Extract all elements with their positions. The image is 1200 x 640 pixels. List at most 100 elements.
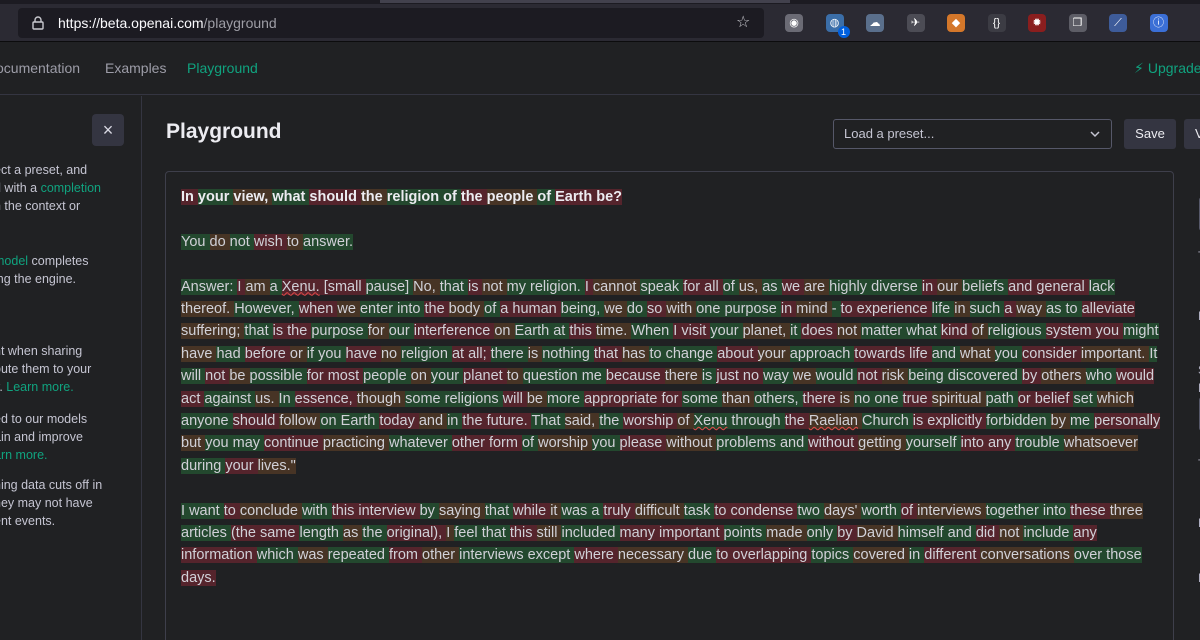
token: a (1004, 301, 1017, 317)
token: lack (1088, 278, 1115, 295)
token: made (766, 525, 807, 542)
token: there (802, 390, 840, 407)
token: with (301, 502, 332, 519)
token: kind (940, 323, 972, 340)
token: while (513, 502, 551, 519)
token: conclude (239, 502, 302, 519)
token: no (742, 368, 764, 385)
url-path: /playground (203, 15, 277, 31)
token: not (836, 323, 862, 340)
token: enter (359, 301, 398, 317)
token: we (781, 278, 805, 295)
virus-extension-icon[interactable]: ✹ (1028, 14, 1046, 32)
token: length (299, 525, 344, 542)
token: of (484, 301, 501, 317)
token: of (722, 278, 739, 295)
token: is (912, 413, 928, 430)
token: we (792, 368, 816, 385)
token: please (619, 435, 667, 452)
token: the (784, 413, 809, 430)
password-extension-icon[interactable]: ⓘ (1149, 14, 1168, 32)
mask-extension-icon[interactable]: ◉ (785, 14, 803, 32)
nav-documentation[interactable]: ocumentation (0, 60, 80, 76)
token: I (584, 278, 593, 295)
address-bar[interactable]: https://beta.openai.com/playground ☆ (18, 8, 764, 38)
view-code-button[interactable]: V (1184, 119, 1200, 149)
token: it (790, 323, 802, 340)
token: is (272, 323, 288, 340)
preset-select[interactable]: Load a preset... (833, 119, 1112, 149)
ufo-extension-icon[interactable]: ✈ (906, 14, 925, 32)
slash-extension-icon[interactable]: ⟋ (1109, 14, 1127, 32)
token: your (430, 368, 464, 385)
token: any (987, 435, 1016, 452)
learn-more-link[interactable]: arn more. (0, 446, 141, 464)
token: did (975, 525, 1000, 542)
chevron-down-icon (1090, 131, 1100, 138)
token: what (959, 345, 995, 362)
token: (the (230, 525, 260, 542)
nav-playground[interactable]: Playground (187, 60, 258, 76)
token: religion (386, 189, 444, 205)
token: will (502, 390, 527, 407)
completion-link[interactable]: completion (41, 181, 101, 195)
token: essence, (294, 390, 357, 407)
token: the (362, 525, 387, 542)
token: truly (603, 502, 635, 519)
token: visit (681, 323, 711, 340)
bookmark-star-icon[interactable]: ☆ (736, 14, 754, 32)
close-icon[interactable]: × (92, 114, 124, 146)
prompt-editor[interactable]: In your view, what should the religion o… (165, 171, 1174, 640)
token: is (701, 368, 717, 385)
sidebar-line: d with a completion (0, 179, 141, 197)
cloud-extension-icon[interactable]: ☁ (866, 14, 884, 32)
cards-extension-icon[interactable]: ❐ (1068, 14, 1087, 32)
token: others (1041, 368, 1086, 385)
token: that (481, 525, 510, 542)
learn-more-link[interactable]: Learn more. (6, 380, 73, 394)
token: into (397, 301, 425, 317)
token: you (205, 435, 233, 452)
token: to (840, 301, 857, 317)
save-button[interactable]: Save (1124, 119, 1176, 149)
lock-icon (32, 16, 44, 30)
token: due (688, 547, 717, 564)
editor-content[interactable]: In your view, what should the religion o… (181, 186, 1166, 589)
token: interview (358, 502, 420, 519)
token: system (1045, 323, 1096, 340)
token: overlapping (732, 547, 812, 564)
token: necessary (617, 547, 689, 564)
model-link[interactable]: model (0, 254, 28, 268)
token: worship (623, 413, 678, 430)
token: cannot (592, 278, 641, 295)
upgrade-label: Upgrade (1147, 60, 1200, 76)
token: act (181, 390, 205, 407)
sidebar-line: h the context or (0, 199, 81, 213)
token: would (1116, 368, 1155, 385)
token: being (908, 368, 948, 385)
token: though (356, 390, 406, 407)
token: speak (640, 278, 684, 295)
token: may (232, 435, 265, 452)
token: through (731, 413, 785, 430)
token: highly (829, 278, 872, 295)
token: not (229, 233, 254, 250)
token: your (757, 345, 790, 362)
token: interviews (459, 547, 528, 564)
token: as (343, 525, 363, 542)
upgrade-link[interactable]: ⚡ Upgrade (1134, 60, 1200, 77)
globe-extension-icon[interactable]: ◍ 1 (825, 14, 850, 38)
token: in (447, 413, 463, 430)
spellcheck-word: Xenu (693, 413, 728, 430)
token: are (804, 278, 830, 295)
token: to (1065, 301, 1082, 317)
token: as (762, 278, 782, 295)
token: that (593, 345, 623, 362)
fox-extension-icon[interactable]: ◆ (947, 14, 965, 32)
token: who (1085, 368, 1117, 385)
sidebar-line: hey may not have (0, 496, 93, 510)
token: human (512, 301, 561, 317)
bracket-extension-icon[interactable]: {} (987, 14, 1006, 32)
nav-examples[interactable]: Examples (105, 60, 166, 76)
